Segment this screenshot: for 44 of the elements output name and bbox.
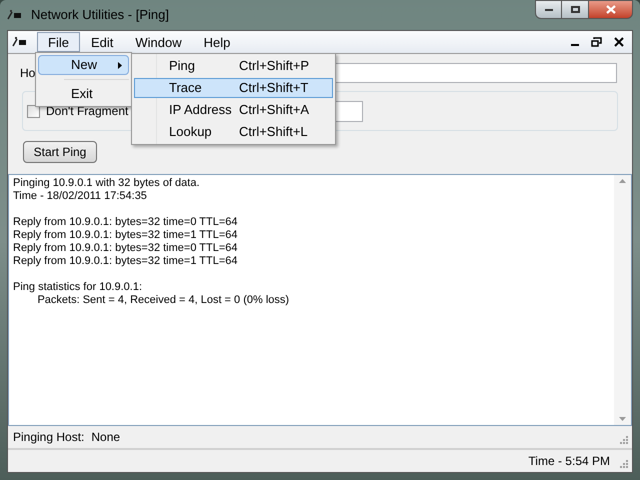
shortcut: Ctrl+Shift+P	[239, 57, 310, 76]
close-child-icon[interactable]	[614, 37, 624, 47]
menu-item[interactable]: Help	[192, 32, 242, 52]
shortcut: Ctrl+Shift+L	[239, 123, 308, 142]
menu-entry[interactable]: New	[38, 55, 129, 75]
document-icon	[12, 36, 28, 48]
checkbox-label: Don't Fragment	[46, 103, 128, 120]
resize-grip-icon[interactable]	[618, 458, 628, 468]
submenu-entry[interactable]: Trace Ctrl+Shift+T	[134, 78, 333, 98]
output-line: Packets: Sent = 4, Received = 4, Lost = 0 (0% loss)	[36, 294, 290, 307]
submenu-entry[interactable]: Ping Ctrl+Shift+P	[134, 56, 333, 76]
scroll-up-icon[interactable]	[619, 179, 626, 183]
shortcut: Ctrl+Shift+T	[239, 79, 308, 98]
scroll-down-icon[interactable]	[619, 417, 626, 421]
output-line: Ping statistics for 10.9.0.1:	[13, 281, 144, 294]
output-line: Pinging 10.9.0.1 with 32 bytes of data.	[13, 177, 201, 190]
submenu-arrow-icon	[118, 62, 122, 68]
output-line: Time - 18/02/2011 17:54:35	[13, 190, 148, 203]
status-label: Pinging Host:	[13, 429, 84, 446]
output-line: Reply from 10.9.0.1: bytes=32 time=0 TTL=64	[13, 216, 239, 229]
submenu-entry[interactable]: Lookup Ctrl+Shift+L	[134, 122, 333, 142]
submenu-entry[interactable]: IP Address Ctrl+Shift+A	[134, 100, 333, 120]
resize-grip-icon[interactable]	[618, 434, 628, 444]
checkbox[interactable]	[27, 104, 40, 118]
output-line: Reply from 10.9.0.1: bytes=32 time=1 TTL=64	[13, 229, 239, 242]
close-icon	[606, 5, 616, 14]
restore-child-icon[interactable]	[591, 37, 602, 47]
close-button[interactable]	[588, 0, 633, 19]
scrollbar[interactable]	[614, 175, 631, 425]
shortcut: Ctrl+Shift+A	[239, 101, 310, 120]
window-title: Network Utilities - [Ping]	[31, 6, 169, 24]
status-value: None	[91, 429, 120, 446]
status-time: Time - 5:54 PM	[528, 453, 610, 470]
maximize-button[interactable]	[562, 0, 588, 19]
menu-item[interactable]: Window	[124, 32, 193, 52]
start-ping-button[interactable]: Start Ping	[23, 141, 97, 163]
minimize-button[interactable]	[535, 0, 562, 19]
menu-item[interactable]: File	[37, 32, 80, 52]
output-line: Reply from 10.9.0.1: bytes=32 time=0 TTL=64	[13, 242, 239, 255]
output-line: Reply from 10.9.0.1: bytes=32 time=1 TTL=64	[13, 255, 239, 268]
host-label: Ho	[20, 65, 36, 82]
app-icon	[7, 9, 23, 21]
menu-entry[interactable]: Exit	[38, 84, 129, 104]
menu-item[interactable]: Edit	[80, 32, 124, 52]
